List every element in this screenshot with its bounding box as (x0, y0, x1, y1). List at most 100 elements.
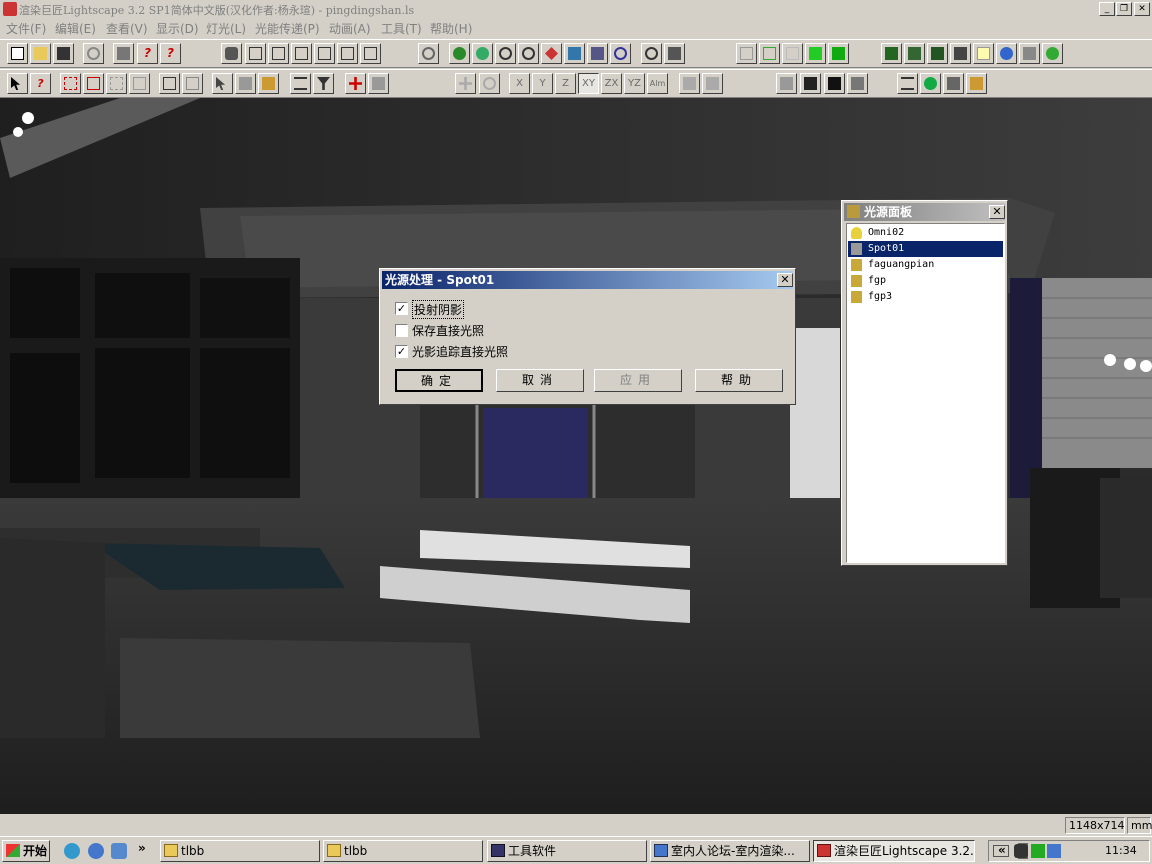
axis-y-button[interactable]: Y (532, 73, 553, 94)
walk-button[interactable] (564, 43, 585, 64)
light-panel-close-button[interactable]: ✕ (989, 205, 1005, 219)
view-cube-5-button[interactable] (337, 43, 358, 64)
axis-align-button[interactable]: Alm (647, 73, 668, 94)
ok-button[interactable]: 确定 (395, 369, 483, 392)
volume-icon[interactable] (1047, 844, 1061, 858)
ray-button[interactable] (950, 43, 971, 64)
taskbar-item-forum[interactable]: 室内人论坛-室内渲染... (650, 840, 810, 862)
cast-shadow-checkbox[interactable]: ✓ (395, 302, 408, 315)
cancel-button[interactable]: 取消 (496, 369, 584, 392)
copy-object-button[interactable] (368, 73, 389, 94)
outlook-icon[interactable] (111, 843, 127, 859)
zoom-fit-button[interactable] (418, 43, 439, 64)
pick-button[interactable] (212, 73, 233, 94)
filter-button[interactable] (313, 73, 334, 94)
view-cube-1-button[interactable] (245, 43, 266, 64)
dialog-close-button[interactable]: ✕ (777, 273, 793, 287)
context-help-button[interactable]: ? (160, 43, 181, 64)
restore-button[interactable]: ❐ (1116, 2, 1132, 16)
menu-animation[interactable]: 动画(A) (329, 20, 371, 37)
light-target-button[interactable] (258, 73, 279, 94)
paste-button[interactable] (182, 73, 203, 94)
deselect-window-button[interactable] (129, 73, 150, 94)
mesh-button[interactable] (759, 43, 780, 64)
quicklaunch-chevron-icon[interactable]: » (138, 841, 146, 855)
menu-help[interactable]: 帮助(H) (430, 20, 472, 37)
axis-zx-button[interactable]: ZX (601, 73, 622, 94)
shaded-button[interactable] (828, 43, 849, 64)
radiosity-stop-button[interactable] (927, 43, 948, 64)
apply-button[interactable]: 应用 (594, 369, 682, 392)
store-direct-light-checkbox[interactable] (395, 324, 408, 337)
menu-view[interactable]: 查看(V) (106, 20, 148, 37)
layers-button[interactable] (897, 73, 918, 94)
list-button[interactable] (290, 73, 311, 94)
figure-3-button[interactable] (824, 73, 845, 94)
taskbar-item-lightscape[interactable]: 渲染巨匠Lightscape 3.2... (813, 840, 975, 862)
start-button[interactable]: 开始 (2, 840, 50, 862)
solid-button[interactable] (805, 43, 826, 64)
dolly-button[interactable] (587, 43, 608, 64)
layer-button[interactable] (973, 43, 994, 64)
outline-button[interactable] (782, 43, 803, 64)
globe-button[interactable] (996, 43, 1017, 64)
network-icon[interactable] (1031, 844, 1045, 858)
eye-button[interactable] (449, 43, 470, 64)
zoom-in-button[interactable] (495, 43, 516, 64)
taskbar-item-tools[interactable]: 工具软件 (487, 840, 647, 862)
minimize-button[interactable]: _ (1099, 2, 1115, 16)
ie-icon[interactable] (88, 843, 104, 859)
clock[interactable]: 11:34 (1105, 844, 1137, 857)
light-list[interactable]: Omni02 Spot01 faguangpian fgp fgp3 (846, 223, 1005, 563)
view-cube-2-button[interactable] (268, 43, 289, 64)
select-window-button[interactable] (83, 73, 104, 94)
move-button[interactable] (345, 73, 366, 94)
qq-icon[interactable] (1014, 844, 1028, 858)
close-button[interactable]: ✕ (1134, 2, 1150, 16)
copy-button[interactable] (159, 73, 180, 94)
taskbar-item-tlbb-1[interactable]: tlbb (160, 840, 320, 862)
snap-rotate-button[interactable] (479, 73, 500, 94)
undo-button[interactable] (83, 43, 104, 64)
axis-xy-button[interactable]: XY (578, 73, 599, 94)
figure-2-button[interactable] (800, 73, 821, 94)
snap-move-button[interactable] (455, 73, 476, 94)
pan-button[interactable] (541, 43, 562, 64)
material-button[interactable] (1019, 43, 1040, 64)
help-dialog-button[interactable]: 帮助 (695, 369, 783, 392)
radiosity-go-button[interactable] (904, 43, 925, 64)
tag-button[interactable] (679, 73, 700, 94)
light-tool-button[interactable] (966, 73, 987, 94)
save-button[interactable] (53, 43, 74, 64)
menu-tools[interactable]: 工具(T) (381, 20, 422, 37)
view-cube-6-button[interactable] (360, 43, 381, 64)
select-button[interactable] (7, 73, 28, 94)
zoom-extents-button[interactable] (664, 43, 685, 64)
light-list-item-omni02[interactable]: Omni02 (848, 225, 1003, 241)
menu-display[interactable]: 显示(D) (156, 20, 199, 37)
pick-light-button[interactable] (235, 73, 256, 94)
orbit-button[interactable] (472, 43, 493, 64)
open-file-button[interactable] (30, 43, 51, 64)
select-query-button[interactable]: ? (30, 73, 51, 94)
erase-button[interactable] (702, 73, 723, 94)
deselect-box-button[interactable] (106, 73, 127, 94)
figure-4-button[interactable] (847, 73, 868, 94)
help-button[interactable]: ? (137, 43, 158, 64)
process-button[interactable] (943, 73, 964, 94)
window-title-bar[interactable]: 渲染巨匠Lightscape 3.2 SP1简体中文版(汉化作者:杨永瑄) - … (0, 0, 1152, 18)
menu-radiosity[interactable]: 光能传递(P) (255, 20, 320, 37)
view-cube-4-button[interactable] (314, 43, 335, 64)
light-list-item-spot01[interactable]: Spot01 (848, 241, 1003, 257)
zoom-button[interactable] (518, 43, 539, 64)
figure-1-button[interactable] (776, 73, 797, 94)
light-list-item-faguangpian[interactable]: faguangpian (848, 257, 1003, 273)
menu-file[interactable]: 文件(F) (6, 20, 46, 37)
axis-yz-button[interactable]: YZ (624, 73, 645, 94)
menu-edit[interactable]: 编辑(E) (55, 20, 96, 37)
texture-button[interactable] (1042, 43, 1063, 64)
taskbar-item-tlbb-2[interactable]: tlbb (323, 840, 483, 862)
app-icon[interactable] (3, 2, 17, 16)
zoom-window-button[interactable] (641, 43, 662, 64)
select-box-button[interactable] (60, 73, 81, 94)
